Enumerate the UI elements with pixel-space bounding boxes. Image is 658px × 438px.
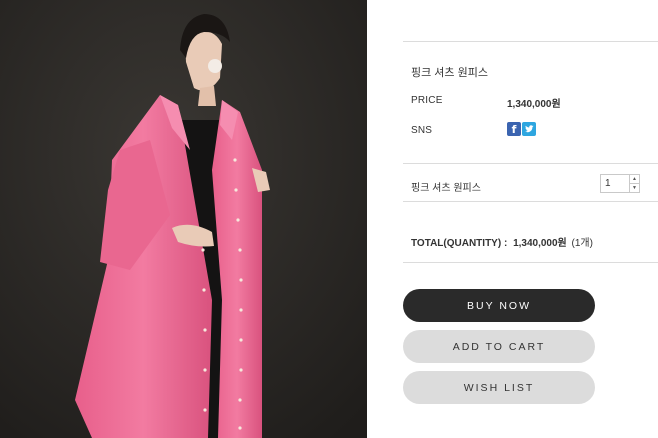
- divider: [403, 262, 658, 263]
- total-amount: 1,340,000원: [513, 238, 567, 249]
- price-label: PRICE: [411, 95, 443, 106]
- buy-now-button[interactable]: BUY NOW: [403, 289, 595, 322]
- product-name: 핑크 셔츠 원피스: [411, 67, 488, 79]
- option-product-name: 핑크 셔츠 원피스: [411, 183, 481, 194]
- sns-label: SNS: [411, 125, 433, 136]
- divider: [403, 41, 658, 42]
- quantity-up-icon[interactable]: ▲: [630, 175, 639, 184]
- facebook-icon[interactable]: f: [507, 122, 521, 136]
- order-total: TOTAL(QUANTITY) : 1,340,000원 (1개): [411, 234, 593, 249]
- quantity-input[interactable]: [601, 175, 629, 192]
- quantity-arrows: ▲ ▼: [629, 175, 639, 192]
- total-count: (1개): [571, 238, 593, 249]
- price-value: 1,340,000원: [507, 99, 561, 110]
- wish-list-button[interactable]: WISH LIST: [403, 371, 595, 404]
- product-photo: [0, 0, 367, 438]
- product-info-panel: 핑크 셔츠 원피스 PRICE 1,340,000원 SNS f 핑크 셔츠 원…: [403, 0, 658, 438]
- sns-share-buttons: f: [507, 122, 536, 136]
- divider: [403, 201, 658, 202]
- quantity-down-icon[interactable]: ▼: [630, 184, 639, 192]
- quantity-stepper: ▲ ▼: [600, 174, 640, 193]
- add-to-cart-button[interactable]: ADD TO CART: [403, 330, 595, 363]
- divider: [403, 163, 658, 164]
- twitter-icon[interactable]: [522, 122, 536, 136]
- total-label: TOTAL(QUANTITY) :: [411, 238, 508, 249]
